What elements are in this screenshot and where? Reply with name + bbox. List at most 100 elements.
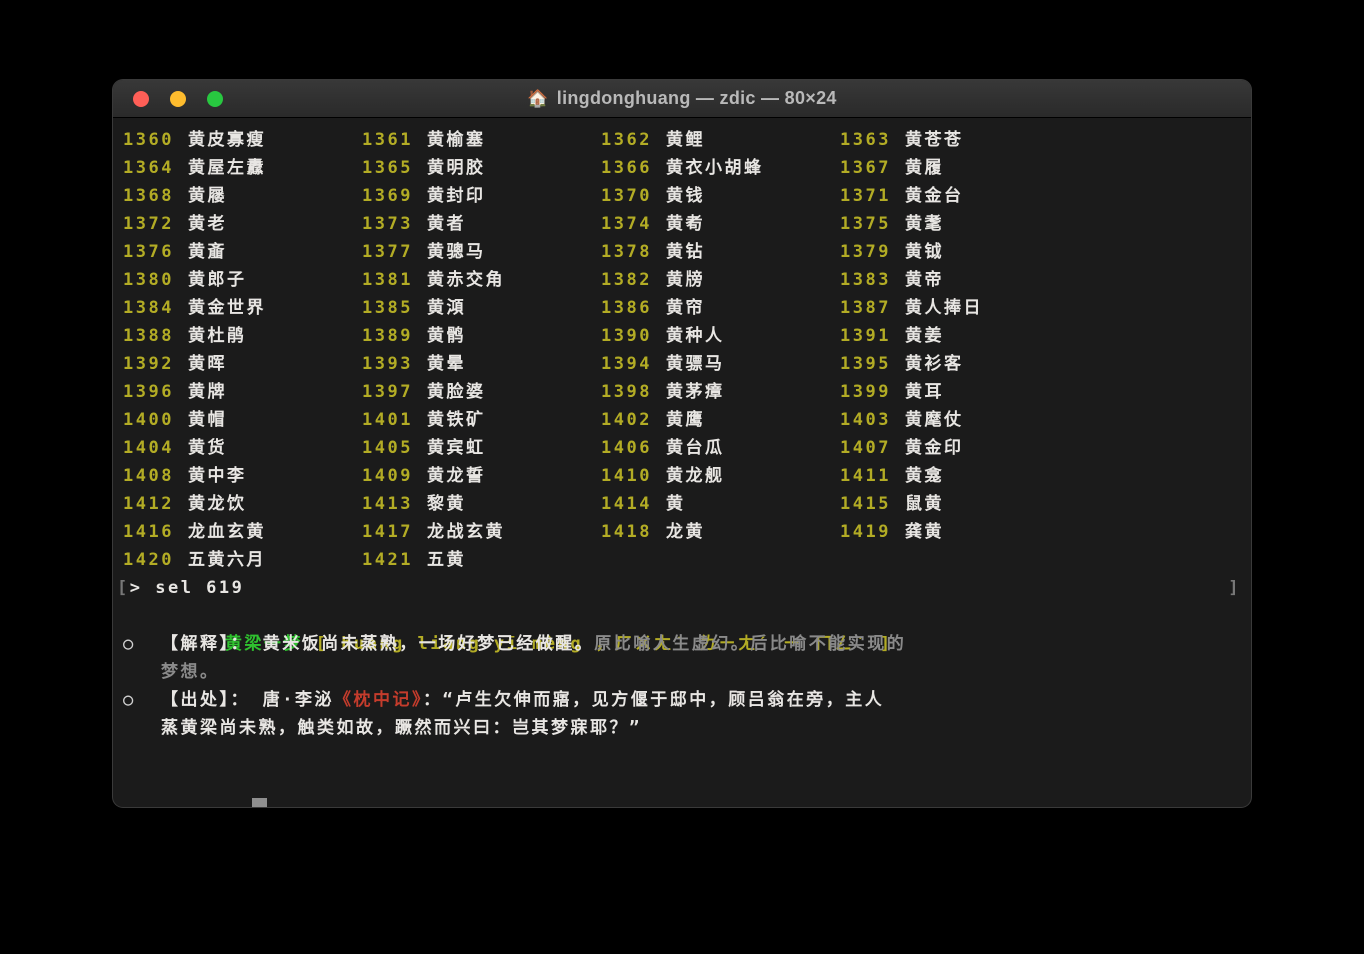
- word-list-entry: 1392黄晖: [123, 350, 362, 378]
- window-title: 🏠lingdonghuang — zdic — 80×24: [113, 88, 1251, 109]
- word-list-entry: 1383黄帝: [840, 266, 1079, 294]
- entry-word: 五黄: [427, 550, 466, 570]
- word-list-entry: 1388黄杜鹃: [123, 322, 362, 350]
- right-bracket: ]: [1228, 574, 1241, 602]
- entry-number: 1367: [840, 158, 891, 178]
- entry-word: 龚黄: [905, 522, 944, 542]
- definition-source: ○ 【出处】： 唐·李泌《枕中记》：“卢生欠伸而寤，见方偃于邸中，顾吕翁在旁，主…: [123, 686, 1241, 742]
- entry-word: 黄龙饮: [188, 494, 247, 514]
- entry-number: 1412: [123, 494, 174, 514]
- word-list-entry: 1411黄龛: [840, 462, 1079, 490]
- entry-word: 黄杜鹃: [188, 326, 247, 346]
- entry-word: 黄赤交角: [427, 270, 505, 290]
- word-list-entry: 1379 黄钺: [840, 238, 1079, 266]
- titlebar[interactable]: 🏠lingdonghuang — zdic — 80×24: [113, 80, 1251, 118]
- word-list-entry: 1391黄姜: [840, 322, 1079, 350]
- minimize-button[interactable]: [170, 91, 186, 107]
- entry-number: 1418: [601, 522, 652, 542]
- entry-number: 1410: [601, 466, 652, 486]
- entry-word: 黄晖: [188, 354, 227, 374]
- word-list-entry: 1405黄宾虹: [362, 434, 601, 462]
- entry-word: 黄龙舰: [666, 466, 725, 486]
- entry-number: 1371: [840, 186, 891, 206]
- entry-word: 黄鹘: [427, 326, 466, 346]
- entry-number: 1386: [601, 298, 652, 318]
- source-quote-part1: ：“卢生欠伸而寤，见方偃于邸中，顾吕翁在旁，主人: [423, 690, 884, 710]
- word-list-entry: 1365黄明胶: [362, 154, 601, 182]
- word-list-entry: 1394黄骠马: [601, 350, 840, 378]
- word-list-entry: 1364黄屋左纛: [123, 154, 362, 182]
- entry-word: 黄茅瘴: [666, 382, 725, 402]
- blank-line: [123, 742, 1241, 770]
- left-bracket: [: [117, 578, 130, 598]
- entry-word: 黄钺: [905, 242, 944, 262]
- word-list-entry: 1389黄鹘: [362, 322, 601, 350]
- entry-number: 1414: [601, 494, 652, 514]
- entry-number: 1399: [840, 382, 891, 402]
- prompt-symbol: >: [225, 802, 238, 807]
- entry-number: 1405: [362, 438, 413, 458]
- entry-number: 1361: [362, 130, 413, 150]
- word-list-entry: 1373黄者: [362, 210, 601, 238]
- entry-word: 黄脸婆: [427, 382, 486, 402]
- entry-number: 1378: [601, 242, 652, 262]
- word-list-entry: 1372黄老: [123, 210, 362, 238]
- word-list-entry: 1369黄封印: [362, 182, 601, 210]
- word-list-entry: 1385黄澒: [362, 294, 601, 322]
- entry-number: 1416: [123, 522, 174, 542]
- word-list-entry: 1376黄齑: [123, 238, 362, 266]
- entry-number: 1364: [123, 158, 174, 178]
- terminal-content[interactable]: 1360黄皮寡瘦1361黄榆塞1362黄鲤1363黄苍苍1364黄屋左纛1365…: [113, 118, 1251, 807]
- entry-word: 黄履: [905, 158, 944, 178]
- entry-number: 1365: [362, 158, 413, 178]
- entry-number: 1394: [601, 354, 652, 374]
- entry-number: 1417: [362, 522, 413, 542]
- entry-word: 黄钱: [666, 186, 705, 206]
- terminal-window: 🏠lingdonghuang — zdic — 80×24 1360 黄皮寡瘦 13…: [113, 80, 1251, 807]
- entry-number: 1374: [601, 214, 652, 234]
- entry-word: 黄帘: [666, 298, 705, 318]
- entry-number: 1380: [123, 270, 174, 290]
- word-list-row: 1412黄龙饮1413黎黄1414黄1415鼠黄: [123, 490, 1241, 518]
- entry-number: 1409: [362, 466, 413, 486]
- entry-word: 黄龙誓: [427, 466, 486, 486]
- word-list-entry: 1416龙血玄黄: [123, 518, 362, 546]
- entry-word: 黄皮寡瘦: [188, 130, 266, 150]
- entry-number: 1406: [601, 438, 652, 458]
- definition-explanation: ○ 【解释】： 黄米饭尚未蒸熟，一场好梦已经做醒。原比喻人生虚幻。后比喻不能实现…: [123, 630, 1241, 686]
- entry-word: 黄衫客: [905, 354, 964, 374]
- entry-number: 1368: [123, 186, 174, 206]
- entry-number: 1379: [840, 242, 891, 262]
- word-list-entry: 1419龚黄: [840, 518, 1079, 546]
- entry-number: 1373: [362, 214, 413, 234]
- bullet-circle-icon: ○: [123, 630, 161, 686]
- word-list-entry: 1398 黄茅瘴: [601, 378, 840, 406]
- entry-number: 1375: [840, 214, 891, 234]
- word-list-entry: 1401黄铁矿: [362, 406, 601, 434]
- entry-number: 1407: [840, 438, 891, 458]
- explanation-primary: 黄米饭尚未蒸熟，一场好梦已经做醒。: [263, 634, 595, 654]
- command-text: > sel 619: [130, 578, 245, 598]
- close-button[interactable]: [133, 91, 149, 107]
- entry-number: 1401: [362, 410, 413, 430]
- source-text: 【出处】： 唐·李泌《枕中记》：“卢生欠伸而寤，见方偃于邸中，顾吕翁在旁，主人 …: [161, 686, 1241, 742]
- entry-number: 1360: [123, 130, 174, 150]
- command-line: [> sel 619 ]: [117, 574, 1241, 602]
- word-list-row: 1388黄杜鹃1389黄鹘1390黄种人1391黄姜: [123, 322, 1241, 350]
- word-list-entry: 1406黄台瓜: [601, 434, 840, 462]
- word-list-entry: 1412 黄龙饮: [123, 490, 362, 518]
- entry-number: 1398: [601, 382, 652, 402]
- entry-word: 黄苍苍: [905, 130, 964, 150]
- entry-word: 黄金台: [905, 186, 964, 206]
- word-list-row: 1364黄屋左纛1365黄明胶1366黄衣小胡蜂1367 黄履: [123, 154, 1241, 182]
- entry-word: 黄衣小胡蜂: [666, 158, 764, 178]
- word-list-entry: 1378黄钻: [601, 238, 840, 266]
- text-cursor[interactable]: [252, 798, 267, 807]
- entry-word: 黄人捧日: [905, 298, 983, 318]
- fullscreen-button[interactable]: [207, 91, 223, 107]
- entry-number: 1396: [123, 382, 174, 402]
- entry-number: 1391: [840, 326, 891, 346]
- entry-word: 黎黄: [427, 494, 466, 514]
- word-list-entry: 1366黄衣小胡蜂: [601, 154, 840, 182]
- word-list-entry: 1421五黄: [362, 546, 601, 574]
